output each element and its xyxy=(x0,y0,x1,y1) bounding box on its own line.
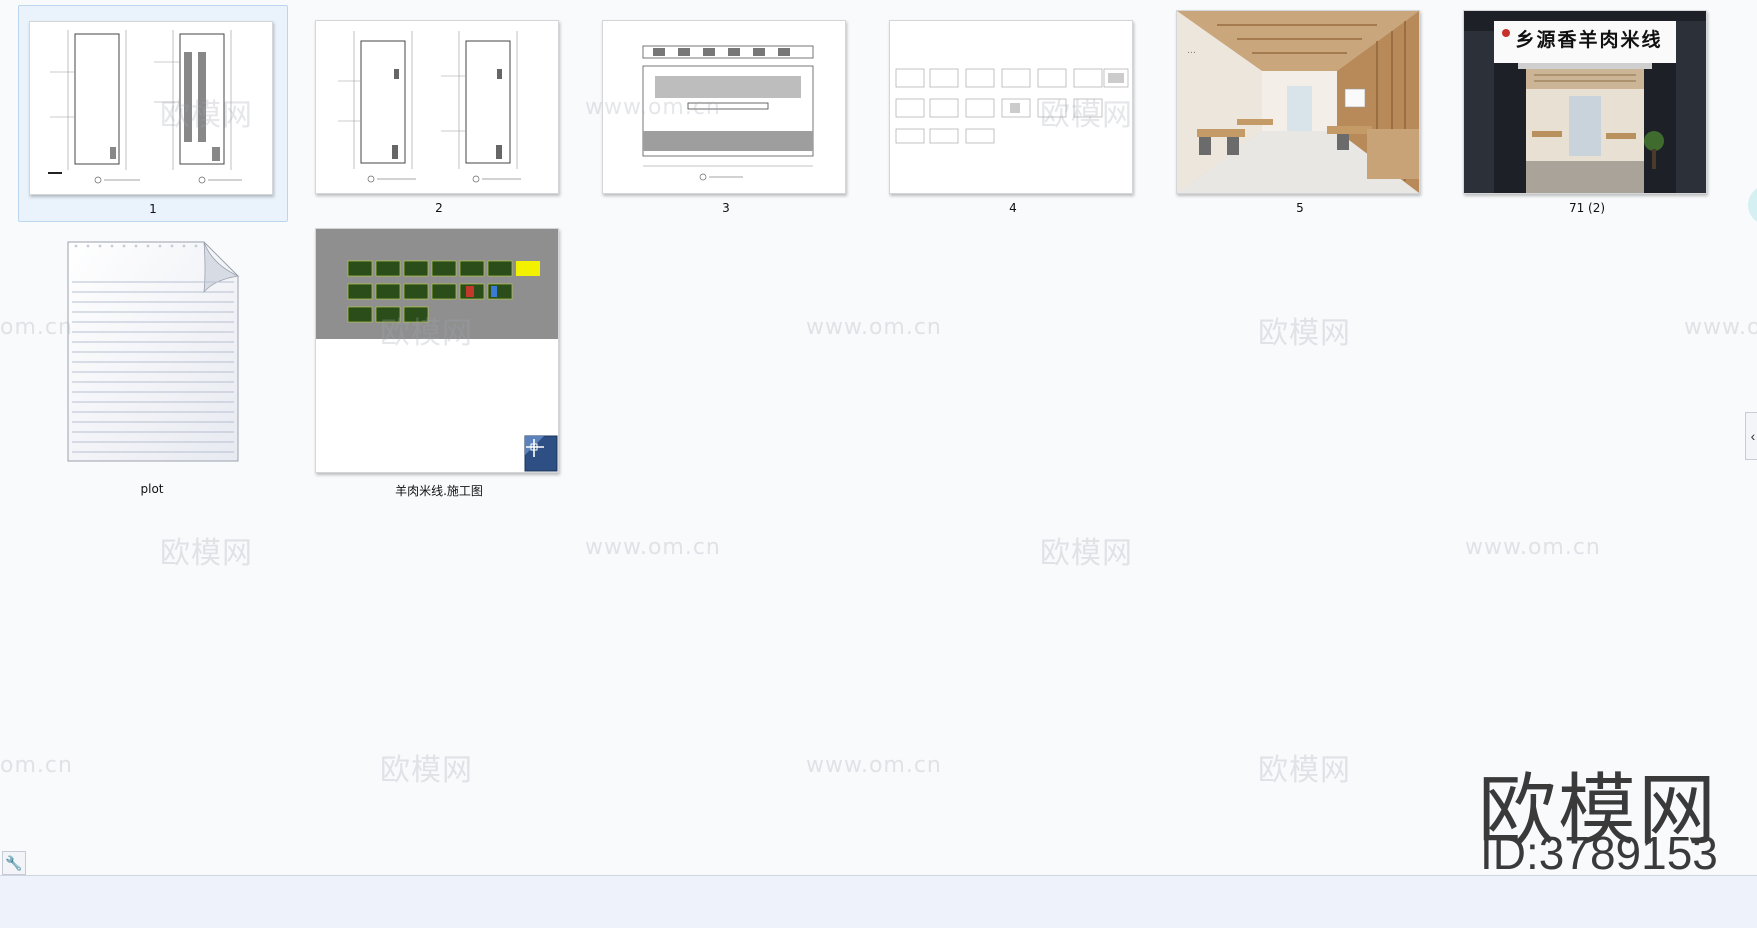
autocad-app-icon xyxy=(524,435,558,472)
collapse-panel-button[interactable]: ‹ xyxy=(1745,412,1757,460)
watermark-text: 欧模网 xyxy=(160,98,253,133)
file-tile-cad-drawing[interactable]: 羊肉米线.施工图 xyxy=(305,225,573,500)
file-name-label: 羊肉米线.施工图 xyxy=(395,484,483,498)
watermark-text: 欧模网 xyxy=(380,316,473,351)
watermark-text: om.cn xyxy=(0,753,73,778)
watermark-text: 欧模网 xyxy=(380,753,473,788)
file-tile-plot[interactable]: plot xyxy=(18,225,286,500)
watermark-text: 欧模网 xyxy=(160,536,253,571)
watermark-text: 欧模网 xyxy=(1040,98,1133,133)
storefront-sign-text: 乡源香羊肉米线 xyxy=(1515,29,1663,51)
side-indicator xyxy=(1748,185,1757,225)
file-name-label: 4 xyxy=(1009,201,1017,215)
file-name-label: 5 xyxy=(1296,201,1304,215)
brand-id-text: ID:3789153 xyxy=(1480,827,1718,879)
file-name-label: 71 (2) xyxy=(1568,201,1606,215)
watermark-text: 欧模网 xyxy=(1258,316,1351,351)
file-tile-2[interactable]: 2 xyxy=(305,5,573,220)
watermark-text: om.cn xyxy=(0,315,73,340)
file-tile-71-2[interactable]: 乡源香羊肉米线 71 (2) xyxy=(1453,5,1721,220)
wrench-icon[interactable]: 🔧 xyxy=(2,851,26,875)
storefront-render-thumbnail: 乡源香羊肉米线 xyxy=(1463,10,1707,194)
file-name-label: 1 xyxy=(149,202,157,216)
watermark-text: www.om.cn xyxy=(1684,315,1757,340)
watermark-text: 欧模网 xyxy=(1258,753,1351,788)
text-document-icon xyxy=(66,240,241,463)
file-name-label: 2 xyxy=(435,201,443,215)
file-tile-5[interactable]: … 5 xyxy=(1166,5,1434,220)
watermark-text: www.om.cn xyxy=(585,95,721,120)
watermark-text: www.om.cn xyxy=(806,315,942,340)
watermark-text: www.om.cn xyxy=(806,753,942,778)
file-name-label: 3 xyxy=(722,201,730,215)
watermark-text: www.om.cn xyxy=(1465,535,1601,560)
interior-render-thumbnail: … xyxy=(1176,10,1420,194)
watermark-text: www.om.cn xyxy=(585,535,721,560)
status-bar xyxy=(0,875,1757,928)
file-name-label: plot xyxy=(140,482,164,496)
watermark-text: 欧模网 xyxy=(1040,536,1133,571)
file-list-pane: 1 2 3 4 … 5 乡源香羊肉米线 71 (2) plot 羊肉米线.施工图… xyxy=(0,0,1757,879)
svg-text:…: … xyxy=(1187,46,1196,56)
floor-plan-thumbnail xyxy=(315,20,559,194)
